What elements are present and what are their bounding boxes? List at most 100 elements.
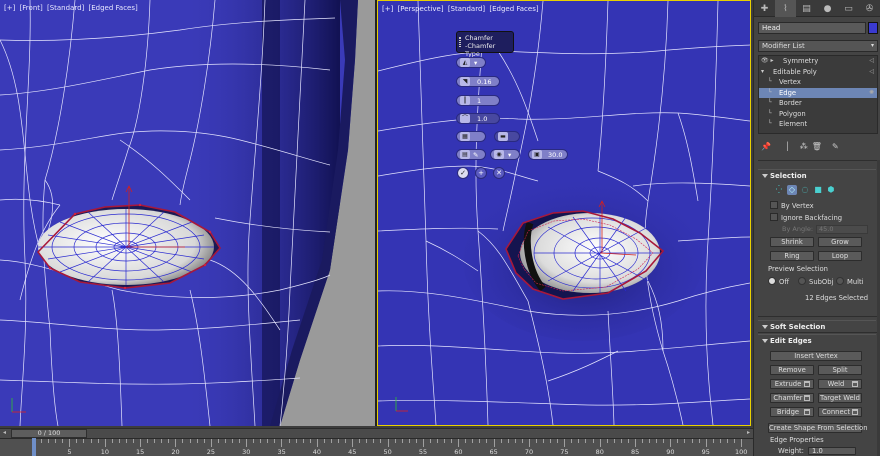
perspective-viewport[interactable]: [+] [Perspective] [Standard] [Edged Face… xyxy=(377,0,751,426)
chamfer-tension-field[interactable]: ⌒ 1.0 xyxy=(456,113,500,124)
preview-multi-radio[interactable]: Multi xyxy=(836,277,864,286)
edge-level-icon[interactable]: ◇ xyxy=(787,185,797,195)
chamfer-button[interactable]: Chamfer xyxy=(770,393,814,403)
by-vertex-checkbox[interactable]: By Vertex xyxy=(770,201,814,210)
split-button[interactable]: Split xyxy=(818,365,862,375)
chevron-right-icon[interactable]: ▸ xyxy=(747,429,750,436)
ok-button[interactable]: ✓ xyxy=(457,167,469,179)
chamfer-segments-field[interactable]: ║ 1 xyxy=(456,95,500,106)
frame-tick xyxy=(373,439,375,443)
insert-vertex-button[interactable]: Insert Vertex xyxy=(770,351,862,361)
chamfer-type-dropdown[interactable]: ◭ ▾ xyxy=(456,57,486,68)
vertex-level-icon[interactable]: ⁛ xyxy=(774,185,784,195)
frame-tick xyxy=(302,439,304,443)
configure-sets-icon[interactable]: ✎ xyxy=(832,142,839,151)
object-color-swatch[interactable] xyxy=(868,22,878,34)
stack-item-symmetry[interactable]: 👁 ▸ Symmetry ◁ xyxy=(759,56,877,67)
modify-tab[interactable]: ⌇ xyxy=(775,0,796,17)
apply-button[interactable]: + xyxy=(475,167,487,179)
extrude-button[interactable]: Extrude xyxy=(770,379,814,389)
smooth-toggle[interactable]: ▬ xyxy=(494,131,520,142)
frame-tick xyxy=(189,439,191,443)
selection-rollout-title[interactable]: Selection xyxy=(758,169,876,181)
display-tab[interactable]: ▭ xyxy=(838,0,859,17)
settings-icon[interactable] xyxy=(804,409,810,415)
caddy-title[interactable]: Chamfer -Chamfer Type xyxy=(456,31,514,58)
chamfer-amount-field[interactable]: ◥ 0.16 xyxy=(456,76,500,87)
soft-selection-rollout-title[interactable]: Soft Selection xyxy=(758,320,876,332)
preview-off-radio[interactable]: Off xyxy=(768,277,789,286)
polygon-level-icon[interactable]: ■ xyxy=(813,185,823,195)
expand-icon: ▾ xyxy=(761,67,765,75)
modifier-list-dropdown[interactable]: Modifier List ▾ xyxy=(758,40,878,52)
viewport-shading-edged[interactable]: [Edged Faces] xyxy=(489,5,538,13)
frame-tick xyxy=(606,439,608,443)
grow-button[interactable]: Grow xyxy=(818,237,862,247)
settings-icon[interactable] xyxy=(852,409,858,415)
front-viewport[interactable]: [+] [Front] [Standard] [Edged Faces] xyxy=(0,0,375,426)
frame-tick xyxy=(182,439,184,443)
ignore-backfacing-checkbox[interactable]: Ignore Backfacing xyxy=(770,213,842,222)
stack-item-label: Symmetry xyxy=(783,57,819,65)
smooth-threshold-field[interactable]: ▣ 30.0 xyxy=(528,149,568,160)
by-angle-spinner[interactable]: 45.0 xyxy=(816,225,868,234)
settings-icon[interactable] xyxy=(804,381,810,387)
border-level-icon[interactable]: ◌ xyxy=(800,185,810,195)
create-tab[interactable]: ✚ xyxy=(754,0,775,17)
stack-item-vertex[interactable]: └ Vertex xyxy=(759,77,877,88)
stack-item-editable-poly[interactable]: ▾ Editable Poly ◁ xyxy=(759,67,877,78)
viewport-shading-standard[interactable]: [Standard] xyxy=(448,5,485,13)
shrink-button[interactable]: Shrink xyxy=(770,237,814,247)
current-frame-marker[interactable] xyxy=(32,438,36,456)
stack-item-edge[interactable]: └ Edge ✺ xyxy=(759,87,877,98)
smooth-threshold-value: 30.0 xyxy=(548,150,563,159)
ring-button[interactable]: Ring xyxy=(770,251,814,261)
hierarchy-tab[interactable]: ▤ xyxy=(796,0,817,17)
motion-tab[interactable]: ● xyxy=(817,0,838,17)
grip-icon[interactable] xyxy=(459,37,461,47)
viewport-menu-plus[interactable]: [+] xyxy=(4,4,15,12)
viewport-pov-label[interactable]: [Front] xyxy=(20,4,43,12)
trackbar[interactable]: 0510152025303540455055606570758085909510… xyxy=(0,438,753,456)
front-viewport-label[interactable]: [+] [Front] [Standard] [Edged Faces] xyxy=(4,4,140,12)
open-chamfer-toggle[interactable]: ▦ xyxy=(456,131,486,142)
mitering-dropdown[interactable]: ▤ ✎ xyxy=(456,149,486,160)
time-slider[interactable]: ◂ 0 / 100 ▸ xyxy=(0,428,753,438)
trash-icon[interactable]: 🗑 xyxy=(812,142,822,151)
create-shape-button[interactable]: Create Shape From Selection xyxy=(768,423,868,433)
viewport-pov-label[interactable]: [Perspective] xyxy=(398,5,444,13)
bridge-button[interactable]: Bridge xyxy=(770,407,814,417)
show-end-result-icon[interactable]: │ xyxy=(785,142,790,151)
chevron-left-icon[interactable]: ◂ xyxy=(3,429,6,436)
object-name-field[interactable]: Head xyxy=(758,22,866,34)
frame-tick xyxy=(281,439,283,447)
preview-subobj-radio[interactable]: SubObj xyxy=(798,277,834,286)
connect-button[interactable]: Connect xyxy=(818,407,862,417)
make-unique-icon[interactable]: ⁂ xyxy=(800,142,808,151)
element-level-icon[interactable]: ⬢ xyxy=(826,185,836,195)
frame-tick xyxy=(733,439,735,443)
frame-tick xyxy=(175,439,177,447)
target-weld-button[interactable]: Target Weld xyxy=(818,393,862,403)
frame-tick-label: 70 xyxy=(524,448,534,456)
settings-icon[interactable] xyxy=(804,395,810,401)
settings-icon[interactable] xyxy=(852,381,858,387)
stack-item-polygon[interactable]: └ Polygon xyxy=(759,109,877,120)
edit-edges-rollout-title[interactable]: Edit Edges xyxy=(758,334,876,346)
loop-button[interactable]: Loop xyxy=(818,251,862,261)
frame-tick-label: 85 xyxy=(630,448,640,456)
viewport-shading-standard[interactable]: [Standard] xyxy=(47,4,84,12)
weight-spinner[interactable]: 1.0 xyxy=(808,447,856,455)
stack-item-border[interactable]: └ Border xyxy=(759,98,877,109)
pin-stack-icon[interactable]: 📌 xyxy=(761,142,771,151)
time-slider-thumb[interactable]: 0 / 100 xyxy=(11,429,87,438)
stack-item-element[interactable]: └ Element xyxy=(759,119,877,130)
cancel-button[interactable]: ✕ xyxy=(493,167,505,179)
smooth-type-dropdown[interactable]: ◉ ▾ xyxy=(490,149,520,160)
weld-button[interactable]: Weld xyxy=(818,379,862,389)
viewport-menu-plus[interactable]: [+] xyxy=(382,5,393,13)
remove-button[interactable]: Remove xyxy=(770,365,814,375)
viewport-shading-edged[interactable]: [Edged Faces] xyxy=(89,4,138,12)
utilities-tab[interactable]: ✇ xyxy=(859,0,880,17)
perspective-viewport-label[interactable]: [+] [Perspective] [Standard] [Edged Face… xyxy=(382,5,541,13)
